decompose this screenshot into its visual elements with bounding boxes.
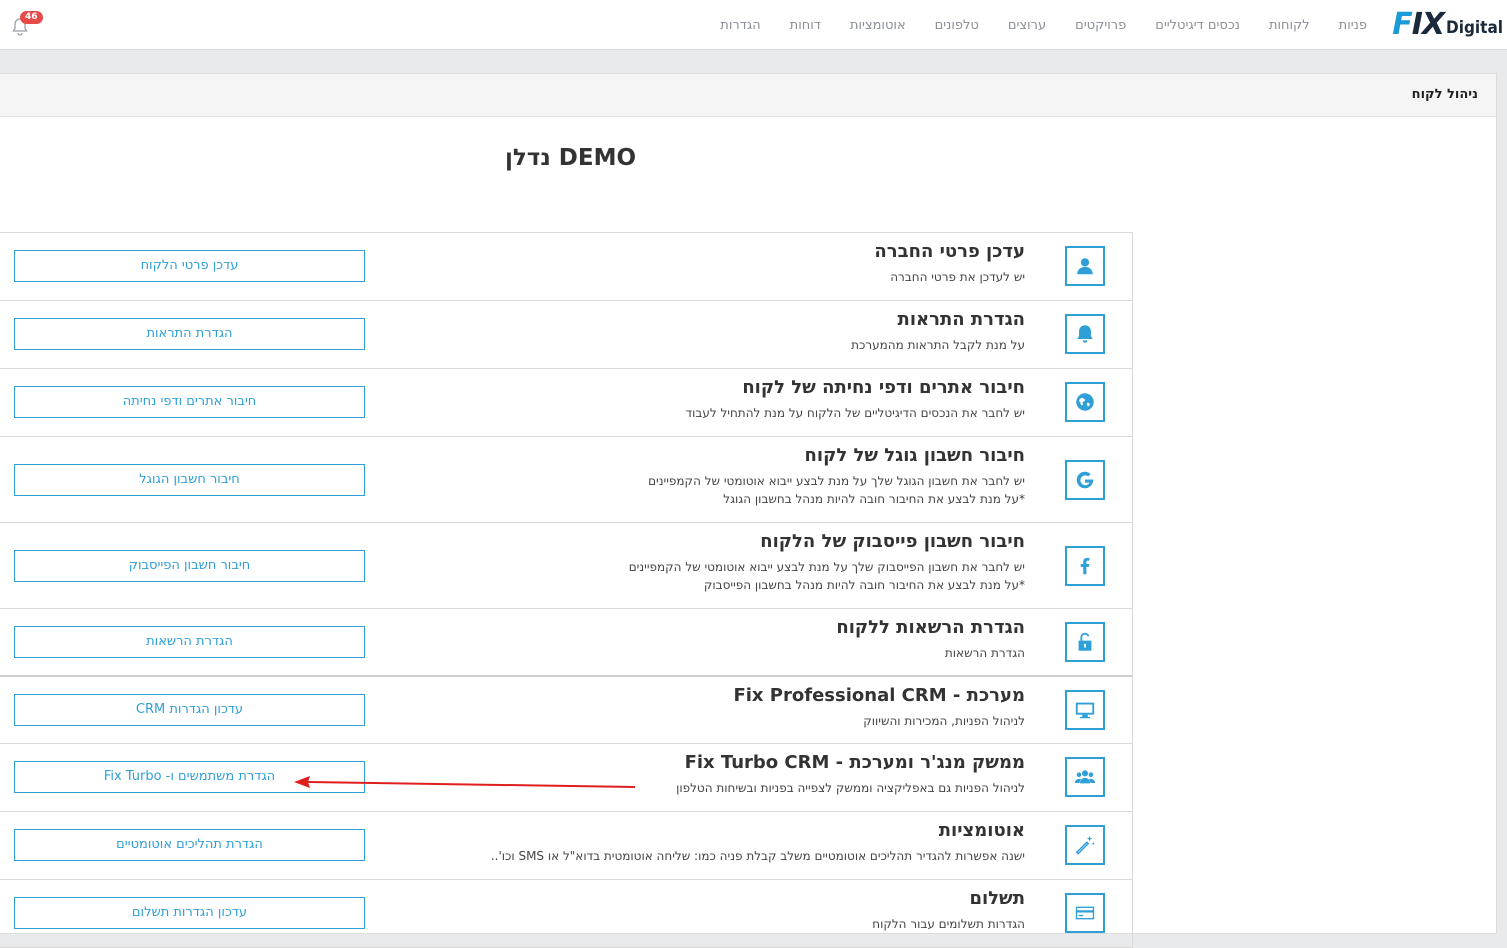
- row-description: יש לחבר את חשבון הגוגל שלך על מנת לבצע י…: [648, 472, 1025, 508]
- row-description: יש לחבר את הנכסים הדיגיטליים של הלקוח על…: [685, 406, 1025, 420]
- fix-digital-logo[interactable]: FIX Digital: [1392, 10, 1503, 40]
- bell-icon: [1065, 314, 1105, 354]
- logo-digital-text: Digital: [1446, 18, 1503, 38]
- nav-item-projects[interactable]: פרויקטים: [1075, 18, 1126, 33]
- nav-item-settings[interactable]: הגדרות: [720, 18, 760, 33]
- nav-item-reports[interactable]: דוחות: [790, 18, 821, 33]
- notification-count-badge: 46: [20, 11, 43, 24]
- row-description-note: *על מנת לבצע את החיבור חובה להיות מנהל ב…: [703, 578, 1025, 592]
- nav-item-channels[interactable]: ערוצים: [1008, 18, 1046, 33]
- notification-settings-button[interactable]: הגדרת התראות: [14, 318, 365, 350]
- annotation-arrow-icon: [294, 776, 636, 788]
- panel-title: ניהול לקוח: [1411, 87, 1478, 102]
- row-title: הגדרת הרשאות ללקוח: [836, 617, 1025, 638]
- settings-row-company-details: עדכן פרטי החברה יש לעדכן את פרטי החברה ע…: [0, 233, 1132, 301]
- magic-wand-icon: [1065, 825, 1105, 865]
- settings-row-facebook: חיבור חשבון פייסבוק של הלקוח יש לחבר את …: [0, 523, 1132, 609]
- row-description: על מנת לקבל התראות מהמערכת: [851, 338, 1025, 352]
- unlock-icon: [1065, 622, 1105, 662]
- settings-row-permissions: הגדרת הרשאות ללקוח הגדרת הרשאות הגדרת הר…: [0, 609, 1132, 677]
- row-title: מערכת - Fix Professional CRM: [733, 685, 1025, 706]
- row-description: לניהול הפניות, המכירות והשיווק: [863, 714, 1025, 728]
- logo-fix-text: FIX: [1392, 7, 1445, 42]
- row-description-line: יש לחבר את חשבון הגוגל שלך על מנת לבצע י…: [648, 474, 1025, 488]
- row-description: ישנה אפשרות להגדיר תהליכים אוטומטיים משל…: [490, 849, 1025, 863]
- settings-row-websites: חיבור אתרים ודפי נחיתה של לקוח יש לחבר א…: [0, 369, 1132, 437]
- automation-processes-button[interactable]: הגדרת תהליכים אוטומטיים: [14, 829, 365, 861]
- client-management-panel: ניהול לקוח DEMO נדלן עדכן פרטי החברה יש …: [0, 73, 1497, 948]
- permission-settings-button[interactable]: הגדרת הרשאות: [14, 626, 365, 658]
- row-description-note: *על מנת לבצע את החיבור חובה להיות מנהל ב…: [723, 492, 1025, 506]
- connect-websites-button[interactable]: חיבור אתרים ודפי נחיתה: [14, 386, 365, 418]
- settings-row-payment: תשלום הגדרות תשלומים עבור הלקוח עדכון הג…: [0, 880, 1132, 948]
- nav-item-phones[interactable]: טלפונים: [935, 18, 979, 33]
- row-description: יש לעדכן את פרטי החברה: [890, 270, 1025, 284]
- update-client-details-button[interactable]: עדכן פרטי הלקוח: [14, 250, 365, 282]
- credit-card-icon: [1065, 893, 1105, 933]
- facebook-icon: [1065, 546, 1105, 586]
- row-title: הגדרת התראות: [897, 309, 1025, 330]
- row-title: חיבור חשבון גוגל של לקוח: [804, 445, 1025, 466]
- row-title: חיבור חשבון פייסבוק של הלקוח: [760, 531, 1025, 552]
- top-navigation-bar: FIX Digital פניות לקוחות נכסים דיגיטליים…: [0, 0, 1507, 50]
- connect-google-account-button[interactable]: חיבור חשבון הגוגל: [14, 464, 365, 496]
- nav-item-clients[interactable]: לקוחות: [1269, 18, 1310, 33]
- google-icon: [1065, 460, 1105, 500]
- settings-list: עדכן פרטי החברה יש לעדכן את פרטי החברה ע…: [0, 232, 1133, 948]
- row-title: ממשק מנג'ר ומערכת - Fix Turbo CRM: [684, 752, 1025, 773]
- settings-row-google: חיבור חשבון גוגל של לקוח יש לחבר את חשבו…: [0, 437, 1132, 523]
- row-title: עדכן פרטי החברה: [874, 241, 1025, 262]
- update-crm-settings-button[interactable]: עדכון הגדרות CRM: [14, 694, 365, 726]
- row-title: תשלום: [969, 888, 1025, 909]
- main-nav: פניות לקוחות נכסים דיגיטליים פרויקטים ער…: [691, 0, 1367, 50]
- settings-row-professional-crm: מערכת - Fix Professional CRM לניהול הפני…: [0, 677, 1132, 744]
- row-description: יש לחבר את חשבון הפייסבוק שלך על מנת לבצ…: [629, 558, 1025, 594]
- connect-facebook-account-button[interactable]: חיבור חשבון הפייסבוק: [14, 550, 365, 582]
- monitor-icon: [1065, 690, 1105, 730]
- row-description: הגדרות תשלומים עבור הלקוח: [872, 917, 1025, 931]
- panel-header: ניהול לקוח: [0, 74, 1496, 117]
- row-description: הגדרת הרשאות: [944, 646, 1025, 660]
- nav-item-digital-assets[interactable]: נכסים דיגיטליים: [1155, 18, 1240, 33]
- user-icon: [1065, 246, 1105, 286]
- nav-item-inquiries[interactable]: פניות: [1339, 18, 1367, 33]
- row-title: אוטומציות: [938, 820, 1025, 841]
- nav-item-automations[interactable]: אוטומציות: [850, 18, 906, 33]
- row-description-line: יש לחבר את חשבון הפייסבוק שלך על מנת לבצ…: [628, 560, 1025, 574]
- settings-row-automations: אוטומציות ישנה אפשרות להגדיר תהליכים אוט…: [0, 812, 1132, 880]
- settings-row-notifications: הגדרת התראות על מנת לקבל התראות מהמערכת …: [0, 301, 1132, 369]
- row-description: לניהול הפניות גם באפליקציה וממשק לצפייה …: [676, 781, 1025, 795]
- update-payment-settings-button[interactable]: עדכון הגדרות תשלום: [14, 897, 365, 929]
- row-title: חיבור אתרים ודפי נחיתה של לקוח: [742, 377, 1025, 398]
- users-icon: [1065, 757, 1105, 797]
- client-name-heading: DEMO נדלן: [505, 145, 637, 171]
- globe-icon: [1065, 382, 1105, 422]
